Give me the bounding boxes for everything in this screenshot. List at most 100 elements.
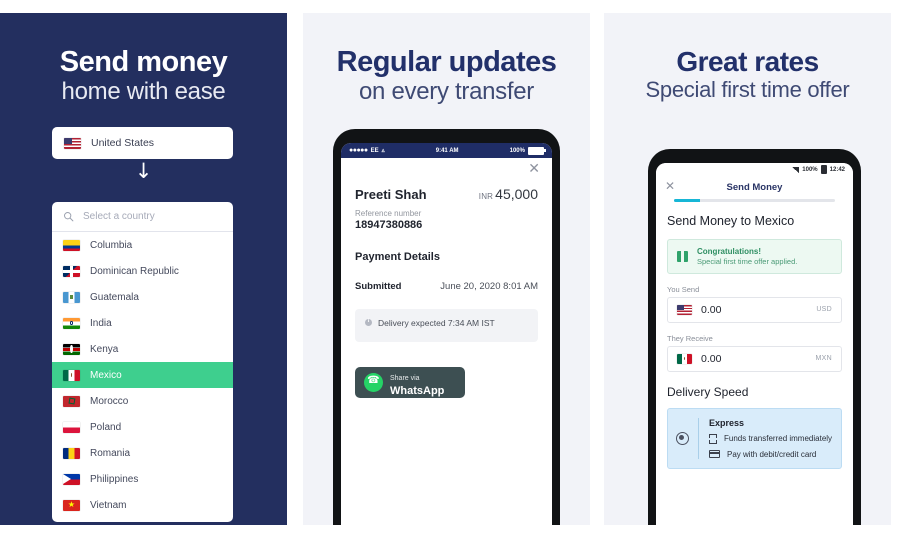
transfer-amount: INR 45,000 bbox=[479, 186, 538, 202]
flag-poland-icon bbox=[63, 421, 80, 433]
transfer-currency: INR bbox=[478, 192, 494, 201]
panel3-headline: Great rates Special first time offer bbox=[604, 46, 891, 103]
phone-mockup-send-money-form: 100% 12:42 ✕ Send Money Send Money to Me… bbox=[648, 149, 861, 525]
clock-label: 12:42 bbox=[829, 166, 845, 173]
you-send-label: You Send bbox=[667, 284, 700, 294]
panel-great-rates: Great rates Special first time offer 100… bbox=[604, 13, 891, 525]
they-receive-label: They Receive bbox=[667, 333, 713, 343]
phone3-status-bar: 100% 12:42 bbox=[656, 163, 853, 176]
country-list-item[interactable]: Romania bbox=[52, 440, 233, 466]
screenshot-root: Send money home with ease United States … bbox=[0, 0, 904, 537]
they-receive-currency: MXN bbox=[815, 355, 832, 362]
recipient-name: Preeti Shah bbox=[355, 187, 427, 202]
delivery-speed-option-express[interactable]: Express Funds transferred immediately Pa… bbox=[667, 407, 842, 469]
congrats-title: Congratulations! bbox=[697, 246, 761, 256]
country-list-item-label: India bbox=[90, 317, 112, 329]
payment-details-heading: Payment Details bbox=[355, 251, 440, 263]
delivery-note: Delivery expected 7:34 AM IST bbox=[355, 309, 538, 342]
submitted-value: June 20, 2020 8:01 AM bbox=[440, 281, 538, 292]
reference-number: 18947380886 bbox=[355, 219, 423, 231]
carrier-label: EE bbox=[370, 147, 379, 154]
progress-bar bbox=[674, 199, 835, 202]
country-list-item[interactable]: Vietnam bbox=[52, 492, 233, 518]
speed-option-title: Express bbox=[709, 417, 745, 428]
country-list-item-label: Mexico bbox=[90, 369, 122, 381]
speed-feature-row-2: Pay with debit/credit card bbox=[709, 450, 832, 459]
panel1-headline-secondary: home with ease bbox=[61, 78, 226, 106]
country-list-item[interactable]: Kenya bbox=[52, 336, 233, 362]
country-list-item[interactable]: Columbia bbox=[52, 232, 233, 258]
country-list: Columbia Dominican Republic Guatemala India… bbox=[52, 232, 233, 518]
panel1-headline: Send money home with ease bbox=[0, 46, 287, 106]
submitted-row: Submitted June 20, 2020 8:01 AM bbox=[355, 281, 538, 292]
battery-percent-label: 100% bbox=[509, 147, 525, 154]
credit-card-icon bbox=[709, 450, 720, 458]
search-icon bbox=[64, 212, 74, 222]
country-list-item[interactable]: Guatemala bbox=[52, 284, 233, 310]
info-icon bbox=[365, 318, 372, 326]
speed-feature-1: Funds transferred immediately bbox=[724, 434, 833, 443]
hourglass-icon bbox=[709, 433, 717, 444]
country-list-item[interactable]: Philippines bbox=[52, 466, 233, 492]
send-money-form: Send Money to Mexico Congratulations! Sp… bbox=[656, 214, 853, 469]
panel1-headline-primary: Send money bbox=[59, 46, 228, 78]
battery-percent-label: 100% bbox=[802, 166, 818, 173]
submitted-label: Submitted bbox=[355, 281, 402, 292]
flag-mexico-icon bbox=[63, 369, 80, 381]
share-via-whatsapp-button[interactable]: Share via WhatsApp bbox=[355, 367, 465, 398]
country-search-input[interactable]: Select a country bbox=[52, 202, 233, 232]
close-icon[interactable]: ✕ bbox=[528, 162, 540, 176]
signal-dots-icon: ●●●●● bbox=[349, 147, 368, 154]
speed-feature-2: Pay with debit/credit card bbox=[727, 449, 817, 459]
flag-vietnam-icon bbox=[63, 499, 80, 511]
arrow-down-icon: ↓ bbox=[134, 159, 153, 183]
congrats-subtitle: Special first time offer applied. bbox=[697, 256, 798, 266]
battery-icon bbox=[527, 146, 546, 155]
you-send-value: 0.00 bbox=[701, 303, 722, 316]
country-list-item[interactable]: India bbox=[52, 310, 233, 336]
speed-option-content: Express Funds transferred immediately Pa… bbox=[709, 418, 832, 459]
progress-bar-fill bbox=[674, 199, 700, 202]
wifi-icon: ▵ bbox=[381, 148, 385, 154]
from-country-field[interactable]: United States bbox=[52, 127, 233, 159]
reference-label: Reference number bbox=[355, 209, 422, 218]
transfer-amount-value: 45,000 bbox=[495, 186, 538, 202]
they-receive-value: 0.00 bbox=[701, 352, 722, 365]
country-list-item[interactable]: Dominican Republic bbox=[52, 258, 233, 284]
flag-guatemala-icon bbox=[63, 291, 80, 303]
whatsapp-icon bbox=[364, 373, 383, 392]
panel3-headline-primary: Great rates bbox=[676, 46, 819, 77]
you-send-currency: USD bbox=[816, 306, 832, 313]
country-list-item-label: Kenya bbox=[90, 343, 119, 355]
country-list-item-label: Columbia bbox=[90, 239, 133, 251]
status-left: ●●●●● EE ▵ bbox=[349, 147, 385, 154]
panel2-headline-secondary: on every transfer bbox=[359, 78, 534, 106]
flag-mexico-icon bbox=[677, 353, 692, 364]
divider bbox=[698, 417, 699, 459]
signal-bars-icon bbox=[792, 166, 800, 173]
they-receive-input[interactable]: 0.00 MXN bbox=[667, 345, 842, 372]
page-title: Send Money to Mexico bbox=[667, 213, 795, 228]
phone3-screen: 100% 12:42 ✕ Send Money Send Money to Me… bbox=[656, 163, 853, 525]
from-country-label: United States bbox=[91, 137, 155, 149]
flag-united-states-icon bbox=[64, 137, 81, 149]
country-list-item[interactable]: Mexico bbox=[52, 362, 233, 388]
gift-icon bbox=[677, 248, 688, 263]
flag-india-icon bbox=[63, 317, 80, 329]
close-icon[interactable]: ✕ bbox=[665, 180, 675, 192]
flag-morocco-icon bbox=[63, 395, 80, 407]
phone2-status-bar: ●●●●● EE ▵ 9:41 AM 100% bbox=[341, 143, 552, 158]
country-list-item-label: Philippines bbox=[90, 473, 139, 485]
share-button-labels: Share via WhatsApp bbox=[390, 367, 444, 397]
country-list-item[interactable]: Poland bbox=[52, 414, 233, 440]
flag-kenya-icon bbox=[63, 343, 80, 355]
country-list-item[interactable]: Morocco bbox=[52, 388, 233, 414]
share-label-line2: WhatsApp bbox=[390, 385, 445, 398]
you-send-input[interactable]: 0.00 USD bbox=[667, 296, 842, 323]
panel2-headline: Regular updates on every transfer bbox=[303, 46, 590, 106]
battery-icon bbox=[820, 165, 827, 174]
congratulations-banner: Congratulations! Special first time offe… bbox=[667, 238, 842, 274]
country-search-placeholder: Select a country bbox=[83, 211, 155, 222]
radio-selected-icon[interactable] bbox=[676, 431, 689, 445]
country-list-item-label: Vietnam bbox=[90, 499, 127, 511]
